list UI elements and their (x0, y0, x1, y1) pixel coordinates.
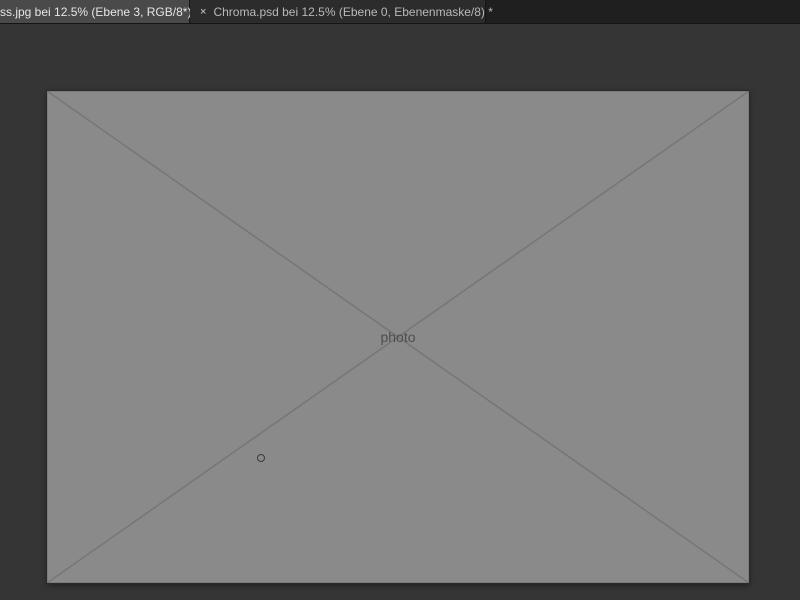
photoshop-window: ss.jpg bei 12.5% (Ebene 3, RGB/8*) * × C… (0, 0, 800, 600)
close-icon[interactable]: × (200, 6, 206, 18)
brush-circle-icon (257, 454, 265, 462)
document-tab-chroma[interactable]: × Chroma.psd bei 12.5% (Ebene 0, Ebenenm… (190, 0, 493, 23)
canvas-workspace[interactable]: photo (0, 24, 800, 600)
document-tab-title: ss.jpg bei 12.5% (Ebene 3, RGB/8*) * (0, 4, 200, 19)
document-tab-title: Chroma.psd bei 12.5% (Ebene 0, Ebenenmas… (213, 4, 493, 19)
document-tab-bar: ss.jpg bei 12.5% (Ebene 3, RGB/8*) * × C… (0, 0, 800, 24)
document-canvas[interactable]: photo (47, 91, 749, 583)
photo-placeholder-label: photo (380, 329, 415, 345)
photo-placeholder: photo (47, 91, 749, 583)
document-tab-ss[interactable]: ss.jpg bei 12.5% (Ebene 3, RGB/8*) * (0, 0, 199, 23)
